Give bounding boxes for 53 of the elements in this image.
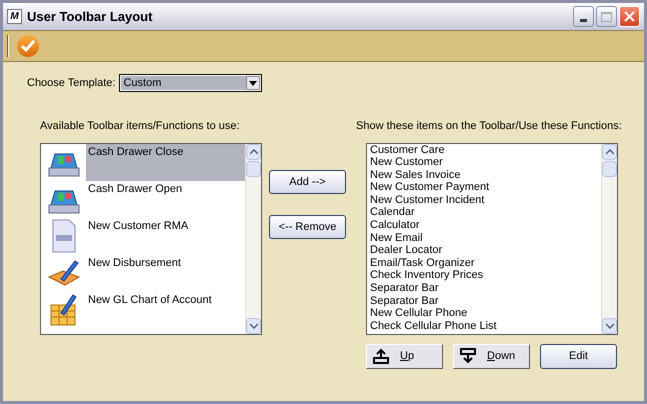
list-item[interactable]: Check Inventory Prices [370, 269, 601, 282]
list-item[interactable]: New Disbursement [86, 254, 245, 292]
scroll-down-button[interactable] [246, 318, 261, 334]
caret-down-icon [250, 322, 258, 328]
edit-button[interactable]: Edit [540, 344, 617, 368]
scroll-thumb[interactable] [246, 160, 261, 176]
move-down-button[interactable]: Down [453, 344, 530, 368]
list-item[interactable]: New Customer RMA [86, 218, 245, 254]
template-dropdown[interactable]: Custom [119, 74, 262, 92]
pen-and-sheet-icon [48, 293, 78, 327]
caret-down-icon [606, 322, 614, 328]
scroll-down-button[interactable] [602, 318, 617, 334]
document-icon [50, 219, 76, 253]
scroll-up-button[interactable] [246, 144, 261, 160]
checkmark-icon [21, 40, 35, 52]
list-item[interactable]: New Sales Invoice [370, 168, 601, 182]
list-item[interactable]: Calendar [370, 206, 601, 220]
list-item[interactable]: New Email [370, 232, 601, 244]
list-item[interactable]: Cash Drawer Close [86, 144, 245, 180]
scrollbar[interactable] [601, 144, 617, 334]
list-item[interactable]: Calculator [370, 219, 601, 232]
move-down-icon [459, 348, 477, 364]
list-item[interactable]: New GL Chart of Account [86, 292, 245, 328]
list-item[interactable]: New Cellular Phone [370, 307, 601, 320]
caret-up-icon [606, 148, 614, 154]
list-item[interactable]: Cash Drawer Open [86, 180, 245, 218]
dropdown-arrow-icon [249, 80, 258, 86]
list-item[interactable]: Separator Bar [370, 294, 601, 308]
list-item[interactable]: New Customer Payment [370, 181, 601, 194]
move-up-icon [372, 348, 390, 364]
scrollbar[interactable] [245, 144, 261, 334]
scroll-thumb[interactable] [602, 160, 617, 176]
app-badge: M [7, 9, 22, 24]
minimize-button[interactable] [573, 6, 594, 27]
list-item[interactable]: Separator Bar [370, 282, 601, 295]
list-item[interactable]: Check Cellular Phone List [370, 320, 601, 332]
list-item[interactable]: New Customer [370, 156, 601, 169]
move-up-button[interactable]: Up [366, 344, 443, 368]
add-button[interactable]: Add --> [269, 170, 346, 194]
shown-items-label: Show these items on the Toolbar/Use these Functions: [356, 119, 622, 134]
list-item[interactable]: New Customer Incident [370, 194, 601, 206]
list-item[interactable]: Dealer Locator [370, 244, 601, 257]
list-item[interactable]: Email/Task Organizer [370, 256, 601, 270]
template-label: Choose Template: [27, 76, 116, 91]
list-item[interactable]: Customer Care [370, 144, 601, 156]
available-items-label: Available Toolbar items/Functions to use: [40, 119, 241, 134]
scroll-up-button[interactable] [602, 144, 617, 160]
caret-up-icon [250, 148, 258, 154]
remove-button[interactable]: <-- Remove [269, 215, 346, 239]
checkmark-button[interactable] [17, 35, 39, 57]
window-title: User Toolbar Layout [27, 8, 152, 26]
close-button[interactable] [619, 6, 640, 27]
close-icon [624, 11, 635, 22]
